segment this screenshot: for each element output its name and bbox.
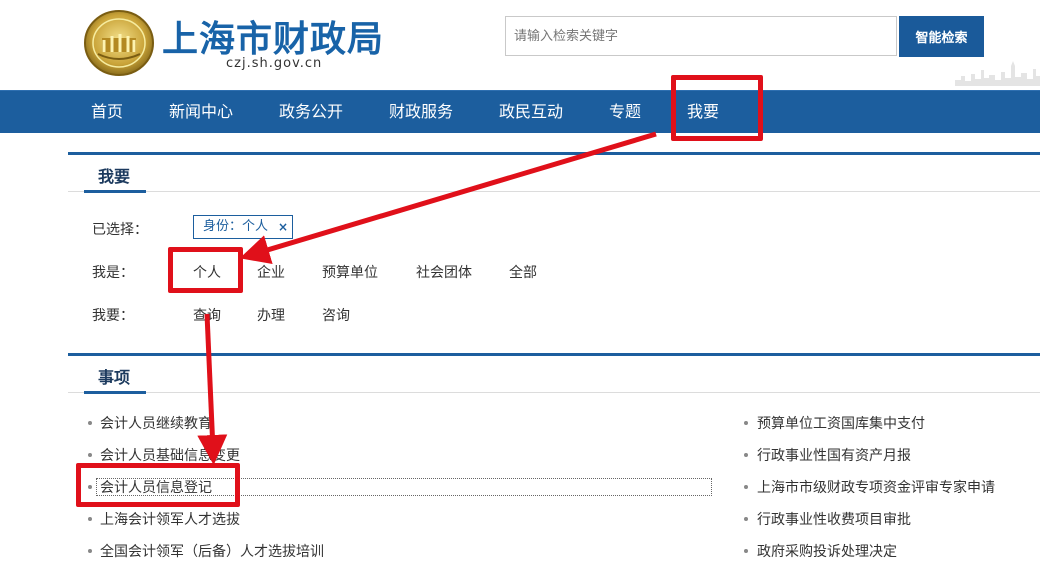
nav-item-news[interactable]: 新闻中心	[169, 91, 233, 133]
want-option-handle[interactable]: 办理	[257, 305, 285, 325]
annotation-box-individual	[168, 247, 243, 293]
annotation-box-registration	[76, 463, 240, 507]
items-panel-header: 事项	[68, 356, 1040, 394]
bullet-icon	[88, 517, 92, 521]
bullet-icon	[744, 485, 748, 489]
nav-item-government-affairs[interactable]: 政务公开	[279, 91, 343, 133]
item-fee-approval[interactable]: 行政事业性收费项目审批	[757, 509, 911, 529]
items-panel-title: 事项	[98, 368, 131, 387]
bullet-icon	[744, 517, 748, 521]
item-accountant-continuing-education[interactable]: 会计人员继续教育	[100, 413, 212, 433]
search-input[interactable]	[505, 16, 897, 56]
want-option-query[interactable]: 查询	[193, 305, 221, 325]
smart-search-button[interactable]: 智能检索	[899, 16, 984, 57]
bullet-icon	[744, 421, 748, 425]
main-nav: 首页 新闻中心 政务公开 财政服务 政民互动 专题 我要	[0, 90, 1040, 133]
item-shanghai-accounting-leader[interactable]: 上海会计领军人才选拔	[100, 509, 240, 529]
identity-option-all[interactable]: 全部	[509, 262, 537, 282]
identity-option-budget-unit[interactable]: 预算单位	[322, 262, 378, 282]
item-national-accounting-leader[interactable]: 全国会计领军（后备）人才选拔培训	[100, 541, 324, 561]
chip-label: 身份：个人	[203, 219, 269, 234]
site-domain: czj.sh.gov.cn	[226, 56, 323, 71]
bullet-icon	[88, 421, 92, 425]
identity-option-enterprise[interactable]: 企业	[257, 262, 285, 282]
bullet-icon	[88, 549, 92, 553]
site-header: 上海市财政局 czj.sh.gov.cn 智能检索	[0, 0, 1040, 90]
item-accountant-info-change[interactable]: 会计人员基础信息变更	[100, 445, 240, 465]
woyao-panel-title: 我要	[98, 167, 131, 186]
chip-close-icon[interactable]: ×	[278, 216, 288, 238]
woyao-title-underline	[84, 190, 146, 193]
item-procurement-complaint[interactable]: 政府采购投诉处理决定	[757, 541, 897, 561]
woyao-panel-header: 我要	[68, 155, 1040, 193]
item-expert-application[interactable]: 上海市市级财政专项资金评审专家申请	[757, 477, 995, 497]
nav-item-finance-services[interactable]: 财政服务	[389, 91, 453, 133]
bullet-icon	[744, 549, 748, 553]
item-state-asset-monthly-report[interactable]: 行政事业性国有资产月报	[757, 445, 911, 465]
identity-option-social-group[interactable]: 社会团体	[416, 262, 472, 282]
site-title[interactable]: 上海市财政局	[162, 10, 384, 62]
items-title-underline	[84, 391, 146, 394]
selected-label: 已选择：	[92, 222, 148, 238]
item-budget-unit-salary-payment[interactable]: 预算单位工资国库集中支付	[757, 413, 925, 433]
annotation-box-woyao	[671, 75, 763, 141]
bullet-icon	[88, 453, 92, 457]
bullet-icon	[744, 453, 748, 457]
want-option-consult[interactable]: 咨询	[322, 305, 350, 325]
nav-item-topics[interactable]: 专题	[609, 91, 641, 133]
want-label: 我要：	[92, 308, 134, 324]
selected-filter-chip[interactable]: 身份：个人 ×	[193, 215, 293, 239]
city-emblem-icon[interactable]	[82, 8, 157, 76]
identity-label: 我是：	[92, 265, 134, 281]
nav-item-interaction[interactable]: 政民互动	[499, 91, 563, 133]
nav-item-home[interactable]: 首页	[91, 91, 123, 133]
skyline-decoration-icon	[955, 61, 1040, 86]
